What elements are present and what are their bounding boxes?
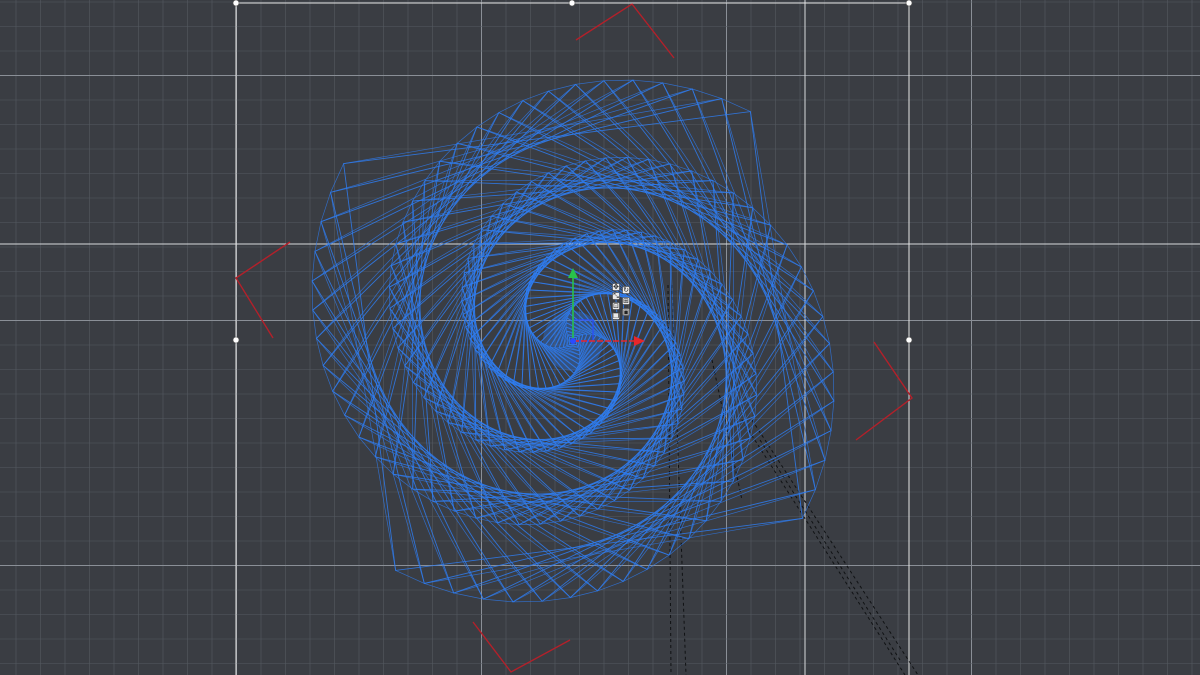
grip-handle[interactable]	[232, 336, 240, 344]
gizmo-x-arrow-icon[interactable]	[634, 336, 645, 346]
align-tool-button[interactable]: ⊞	[622, 297, 630, 305]
select-tool-button[interactable]: ▣	[622, 308, 630, 316]
move-icon	[612, 283, 620, 291]
dashed-guide-line	[751, 419, 919, 675]
spiral-wire-edge	[548, 84, 824, 317]
move-tool-button[interactable]: ✥	[612, 283, 620, 291]
spiral-wire-edge	[374, 161, 441, 475]
spiral-wire-edge	[322, 365, 598, 598]
view-corner-marker	[235, 241, 291, 339]
grip-handle[interactable]	[905, 336, 913, 344]
grip-handle[interactable]	[232, 0, 240, 7]
dashed-guide-line	[671, 284, 687, 675]
dashed-guide-line	[759, 439, 901, 661]
view-corner-marker	[472, 621, 571, 673]
rotate-tool-button[interactable]: ↻	[622, 286, 630, 294]
cad-viewport[interactable]: ✥ ↻ ⤡ ⊞ ⊡ ▣ ❐	[0, 0, 1200, 675]
dashed-guide-line	[741, 419, 906, 675]
view-corner-marker	[575, 3, 675, 59]
select-icon	[622, 308, 630, 316]
scale-tool-button[interactable]: ⤡	[612, 292, 620, 300]
spiral-wire-edge	[597, 316, 830, 592]
scale-icon	[612, 292, 620, 300]
grip-handle[interactable]	[905, 0, 913, 7]
snap-tool-button[interactable]: ⊡	[612, 302, 620, 310]
spiral-wire-edge	[705, 207, 772, 521]
grip-handle[interactable]	[568, 0, 576, 7]
copy-tool-button[interactable]: ❐	[612, 312, 620, 320]
gizmo-origin-handle[interactable]	[570, 338, 576, 344]
view-corner-marker	[855, 341, 913, 441]
dashed-guide-lines	[667, 284, 919, 675]
snap-icon	[612, 302, 620, 310]
gizmo-y-arrow-icon[interactable]	[568, 268, 578, 278]
rotate-icon	[622, 286, 630, 294]
drawing-canvas[interactable]: ✥ ↻⤡⊞⊡▣❐	[0, 0, 1200, 675]
align-icon	[622, 297, 630, 305]
spiral-wire-edge	[393, 473, 707, 540]
copy-icon	[612, 312, 620, 320]
